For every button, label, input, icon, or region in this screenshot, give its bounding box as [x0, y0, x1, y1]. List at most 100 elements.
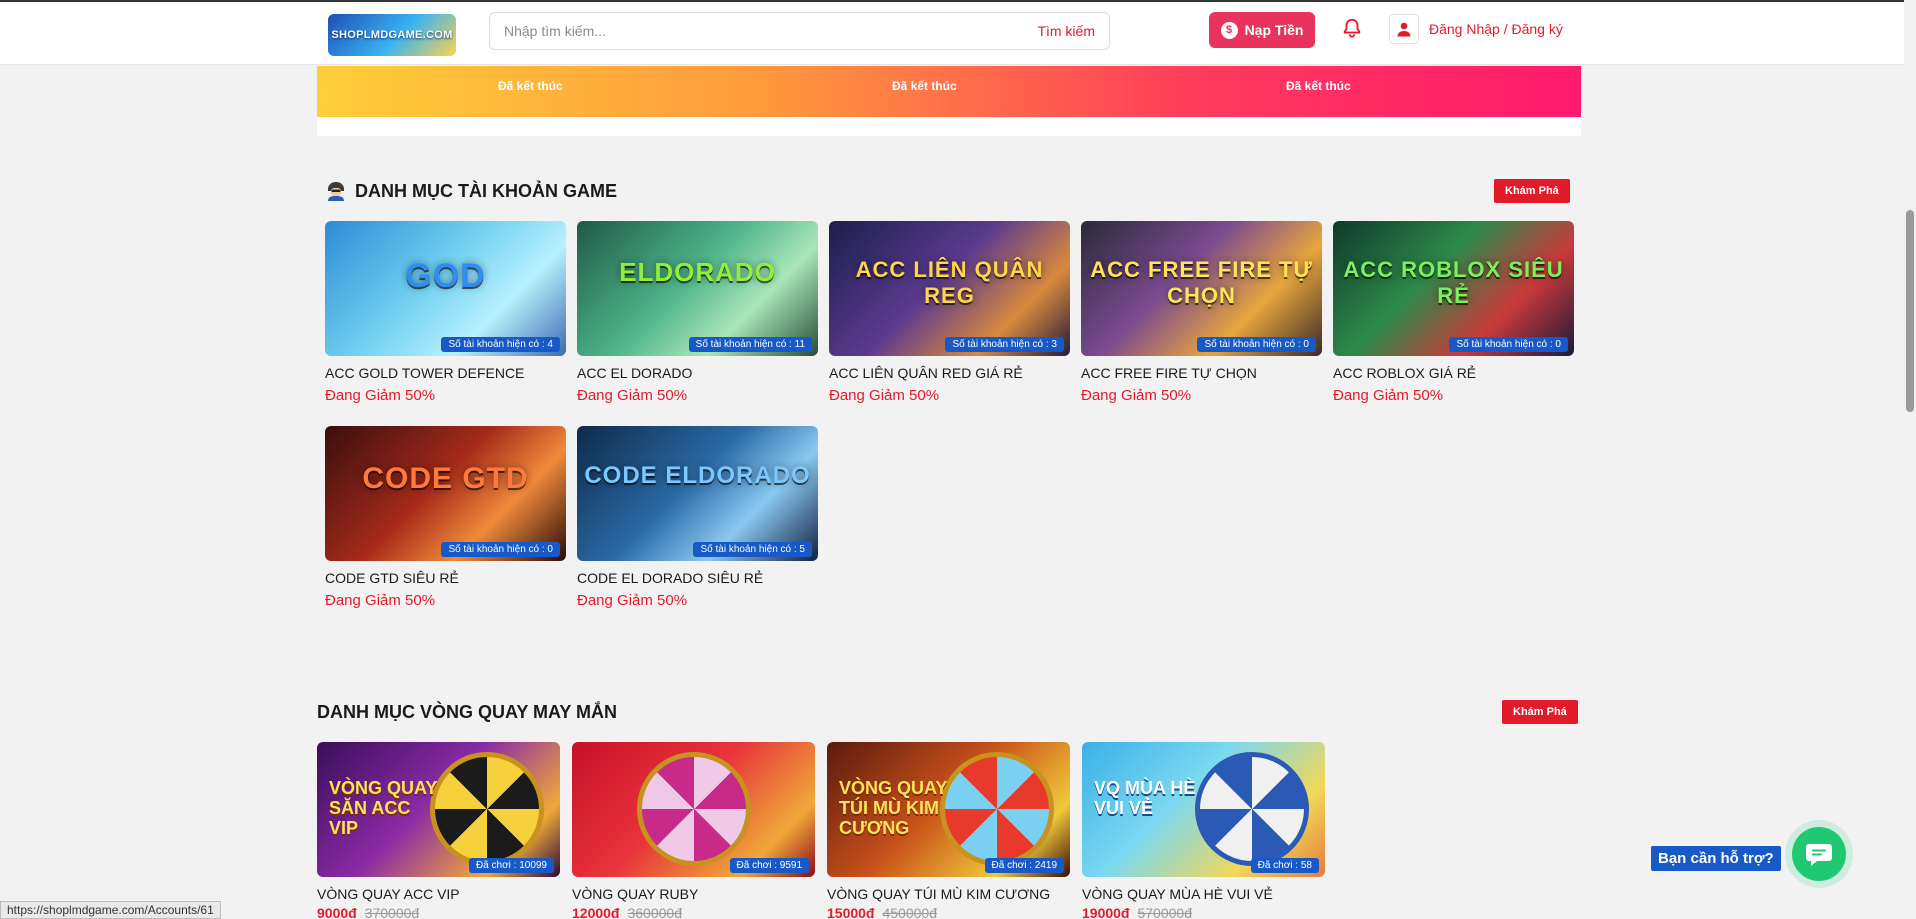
wheels-title-text: DANH MỤC VÒNG QUAY MAY MẮN	[317, 702, 618, 722]
wheel-price: 15000đ 450000đ	[827, 905, 1070, 919]
account-thumbnail: ACC FREE FIRE TỰ CHỌN Số tài khoản hiện …	[1081, 221, 1322, 356]
account-thumbnail: GOD Số tài khoản hiện có : 4	[325, 221, 566, 356]
banner-status: Đã kết thúc	[498, 79, 563, 93]
play-count-badge: Đã chơi : 2419	[984, 858, 1064, 873]
search-button[interactable]: Tìm kiếm	[1037, 23, 1095, 39]
price-current: 12000đ	[572, 905, 620, 919]
wheel-graphic	[940, 752, 1054, 866]
scrollbar-thumb[interactable]	[1906, 210, 1914, 412]
site-header: SHOPLMDGAME.COM Tìm kiếm $ Nạp Tiền Đăng…	[0, 2, 1904, 65]
account-card[interactable]: CODE GTD Số tài khoản hiện có : 0 CODE G…	[325, 426, 566, 609]
account-card[interactable]: CODE ELDORADO Số tài khoản hiện có : 5 C…	[577, 426, 818, 609]
wheels-section-title: DANH MỤC VÒNG QUAY MAY MẮN	[317, 702, 617, 723]
wheel-name: VÒNG QUAY TÚI MÙ KIM CƯƠNG	[827, 886, 1051, 902]
stock-badge: Số tài khoản hiện có : 0	[1197, 337, 1316, 352]
stock-badge: Số tài khoản hiện có : 4	[441, 337, 560, 352]
wheel-card[interactable]: VÒNG QUAY SĂN ACC VIP Đã chơi : 10099 VÒ…	[317, 742, 560, 919]
price-current: 9000đ	[317, 905, 357, 919]
wheel-graphic	[1195, 752, 1309, 866]
account-thumbnail: CODE ELDORADO Số tài khoản hiện có : 5	[577, 426, 818, 561]
price-old: 570000đ	[1137, 905, 1192, 919]
chat-bubble	[1792, 827, 1846, 881]
wheel-card[interactable]: Đã chơi : 9591 VÒNG QUAY RUBY 12000đ 3600…	[572, 742, 815, 919]
wheels-explore-button[interactable]: Khám Phá	[1502, 700, 1578, 724]
bell-icon[interactable]	[1341, 16, 1363, 40]
account-thumbnail: ACC LIÊN QUÂN REG Số tài khoản hiện có :…	[829, 221, 1070, 356]
accounts-section-title: DANH MỤC TÀI KHOẢN GAME	[325, 180, 617, 202]
account-name: ACC FREE FIRE TỰ CHỌN	[1081, 365, 1257, 381]
account-sale: Đang Giảm 50%	[577, 592, 688, 609]
account-sale: Đang Giảm 50%	[577, 387, 688, 404]
support-label[interactable]: Bạn cần hỗ trợ?	[1651, 846, 1781, 871]
wheel-graphic	[430, 752, 544, 866]
wheel-price: 12000đ 360000đ	[572, 905, 815, 919]
search-bar: Tìm kiếm	[489, 12, 1110, 50]
stock-badge: Số tài khoản hiện có : 3	[945, 337, 1064, 352]
thumbnail-art-text: ACC FREE FIRE TỰ CHỌN	[1090, 257, 1313, 308]
wheel-thumbnail: Đã chơi : 9591	[572, 742, 815, 877]
play-count-badge: Đã chơi : 10099	[468, 858, 554, 873]
account-sale: Đang Giảm 50%	[325, 387, 436, 404]
account-card[interactable]: GOD Số tài khoản hiện có : 4 ACC GOLD TO…	[325, 221, 566, 404]
wheel-thumbnail: VÒNG QUAY SĂN ACC VIP Đã chơi : 10099	[317, 742, 560, 877]
coin-icon: $	[1220, 21, 1238, 39]
account-thumbnail: ACC ROBLOX SIÊU RẺ Số tài khoản hiện có …	[1333, 221, 1574, 356]
thumbnail-art-text: CODE ELDORADO	[584, 462, 811, 489]
account-name: ACC GOLD TOWER DEFENCE	[325, 365, 525, 381]
login-register-link[interactable]: Đăng Nhập / Đăng ký	[1429, 21, 1563, 37]
account-thumbnail: CODE GTD Số tài khoản hiện có : 0	[325, 426, 566, 561]
user-icon	[1397, 22, 1411, 37]
account-name: ACC EL DORADO	[577, 365, 693, 381]
search-input[interactable]	[504, 13, 984, 49]
play-count-badge: Đã chơi : 9591	[729, 858, 809, 873]
user-icon-box[interactable]	[1389, 14, 1419, 44]
account-card[interactable]: ACC FREE FIRE TỰ CHỌN Số tài khoản hiện …	[1081, 221, 1322, 404]
stock-badge: Số tài khoản hiện có : 11	[688, 337, 812, 352]
status-bar-url: https://shoplmdgame.com/Accounts/61	[0, 901, 221, 919]
site-logo[interactable]: SHOPLMDGAME.COM	[328, 14, 456, 56]
hacker-icon	[328, 182, 344, 201]
account-card[interactable]: ACC LIÊN QUÂN REG Số tài khoản hiện có :…	[829, 221, 1070, 404]
stock-badge: Số tài khoản hiện có : 0	[1449, 337, 1568, 352]
wheel-price: 9000đ 370000đ	[317, 905, 560, 919]
banner-status: Đã kết thúc	[1286, 79, 1351, 93]
wheel-card[interactable]: VQ MÙA HÈ VUI VẺ Đã chơi : 58 VÒNG QUAY …	[1082, 742, 1325, 919]
account-name: CODE GTD SIÊU RẺ	[325, 570, 459, 586]
account-thumbnail: ELDORADO Số tài khoản hiện có : 11	[577, 221, 818, 356]
thumbnail-art-text: ACC LIÊN QUÂN REG	[855, 257, 1044, 308]
thumbnail-art-text: VÒNG QUAY TÚI MÙ KIM CƯƠNG	[839, 778, 948, 838]
nap-tien-button[interactable]: $ Nạp Tiền	[1209, 12, 1315, 48]
account-name: ACC LIÊN QUÂN RED GIÁ RẺ	[829, 365, 1023, 381]
wheel-graphic	[637, 752, 751, 866]
account-sale: Đang Giảm 50%	[1333, 387, 1444, 404]
price-old: 360000đ	[627, 905, 682, 919]
price-old: 370000đ	[364, 905, 420, 919]
price-current: 19000đ	[1082, 905, 1130, 919]
account-name: ACC ROBLOX GIÁ RẺ	[1333, 365, 1477, 381]
account-card[interactable]: ELDORADO Số tài khoản hiện có : 11 ACC E…	[577, 221, 818, 404]
chat-icon	[1806, 844, 1832, 866]
wheel-card[interactable]: VÒNG QUAY TÚI MÙ KIM CƯƠNG Đã chơi : 241…	[827, 742, 1070, 919]
chat-button[interactable]	[1785, 820, 1853, 888]
wheel-thumbnail: VQ MÙA HÈ VUI VẺ Đã chơi : 58	[1082, 742, 1325, 877]
thumbnail-art-text: VÒNG QUAY SĂN ACC VIP	[329, 778, 438, 838]
thumbnail-art-text: ELDORADO	[619, 257, 776, 287]
stock-badge: Số tài khoản hiện có : 0	[441, 542, 560, 557]
page-scrollbar[interactable]	[1904, 0, 1916, 919]
wheel-price: 19000đ 570000đ	[1082, 905, 1325, 919]
account-card[interactable]: ACC ROBLOX SIÊU RẺ Số tài khoản hiện có …	[1333, 221, 1574, 404]
banner-status: Đã kết thúc	[892, 79, 957, 93]
event-banner: Đã kết thúc Đã kết thúc Đã kết thúc	[317, 66, 1581, 117]
accounts-explore-button[interactable]: Khám Phá	[1494, 179, 1570, 203]
account-name: CODE EL DORADO SIÊU RẺ	[577, 570, 764, 586]
play-count-badge: Đã chơi : 58	[1250, 858, 1319, 873]
account-sale: Đang Giảm 50%	[829, 387, 940, 404]
wheel-name: VÒNG QUAY RUBY	[572, 886, 699, 902]
wheel-name: VÒNG QUAY MÙA HÈ VUI VẺ	[1082, 886, 1273, 902]
thumbnail-art-text: GOD	[405, 257, 486, 295]
account-sale: Đang Giảm 50%	[325, 592, 436, 609]
logo-text: SHOPLMDGAME.COM	[331, 29, 453, 41]
nap-tien-label: Nạp Tiền	[1244, 22, 1304, 38]
wheel-thumbnail: VÒNG QUAY TÚI MÙ KIM CƯƠNG Đã chơi : 241…	[827, 742, 1070, 877]
price-current: 15000đ	[827, 905, 875, 919]
